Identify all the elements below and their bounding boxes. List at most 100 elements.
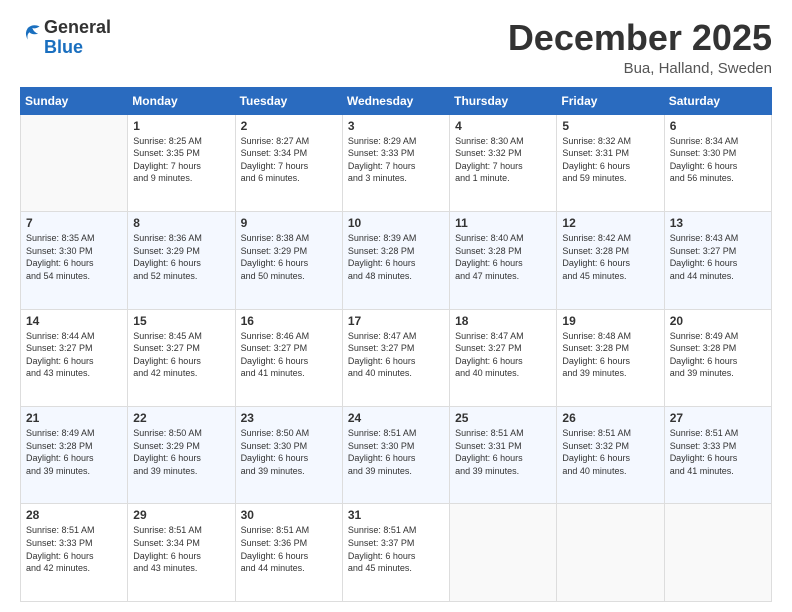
day-number: 3 <box>348 119 444 133</box>
day-info: Sunrise: 8:43 AM Sunset: 3:27 PM Dayligh… <box>670 232 766 282</box>
calendar-week-row: 7Sunrise: 8:35 AM Sunset: 3:30 PM Daylig… <box>21 212 772 309</box>
calendar-day-cell: 3 Sunrise: 8:29 AM Sunset: 3:33 PM Daylig… <box>342 114 449 211</box>
day-info: Sunrise: 8:51 AM Sunset: 3:32 PM Dayligh… <box>562 427 658 477</box>
day-number: 21 <box>26 411 122 425</box>
calendar-day-cell <box>450 504 557 602</box>
calendar-day-cell: 26 Sunrise: 8:51 AM Sunset: 3:32 PM Dayli… <box>557 407 664 504</box>
calendar-day-cell: 20 Sunrise: 8:49 AM Sunset: 3:28 PM Dayli… <box>664 309 771 406</box>
day-number: 12 <box>562 216 658 230</box>
day-number: 9 <box>241 216 337 230</box>
day-info: Sunrise: 8:46 AM Sunset: 3:27 PM Dayligh… <box>241 330 337 380</box>
calendar-day-cell <box>21 114 128 211</box>
day-info: Sunrise: 8:49 AM Sunset: 3:28 PM Dayligh… <box>670 330 766 380</box>
calendar-day-cell: 10Sunrise: 8:39 AM Sunset: 3:28 PM Dayli… <box>342 212 449 309</box>
day-info: Sunrise: 8:47 AM Sunset: 3:27 PM Dayligh… <box>348 330 444 380</box>
day-info: Sunrise: 8:45 AM Sunset: 3:27 PM Dayligh… <box>133 330 229 380</box>
day-number: 31 <box>348 508 444 522</box>
day-info: Sunrise: 8:29 AM Sunset: 3:33 PM Dayligh… <box>348 135 444 185</box>
day-number: 20 <box>670 314 766 328</box>
calendar-day-cell: 9 Sunrise: 8:38 AM Sunset: 3:29 PM Daylig… <box>235 212 342 309</box>
day-number: 25 <box>455 411 551 425</box>
day-info: Sunrise: 8:38 AM Sunset: 3:29 PM Dayligh… <box>241 232 337 282</box>
day-info: Sunrise: 8:51 AM Sunset: 3:33 PM Dayligh… <box>26 524 122 574</box>
calendar-day-header: Thursday <box>450 87 557 114</box>
calendar-day-cell: 27 Sunrise: 8:51 AM Sunset: 3:33 PM Dayli… <box>664 407 771 504</box>
day-number: 16 <box>241 314 337 328</box>
calendar-day-cell: 16 Sunrise: 8:46 AM Sunset: 3:27 PM Dayli… <box>235 309 342 406</box>
location-title: Bua, Halland, Sweden <box>508 60 772 77</box>
calendar-day-cell <box>557 504 664 602</box>
day-info: Sunrise: 8:25 AM Sunset: 3:35 PM Dayligh… <box>133 135 229 185</box>
day-info: Sunrise: 8:42 AM Sunset: 3:28 PM Dayligh… <box>562 232 658 282</box>
logo-bird-icon <box>22 22 44 44</box>
logo-general-text: General <box>44 17 111 37</box>
title-block: December 2025 Bua, Halland, Sweden <box>508 18 772 77</box>
calendar-day-header: Friday <box>557 87 664 114</box>
day-info: Sunrise: 8:34 AM Sunset: 3:30 PM Dayligh… <box>670 135 766 185</box>
day-number: 4 <box>455 119 551 133</box>
calendar-week-row: 1 Sunrise: 8:25 AM Sunset: 3:35 PM Daylig… <box>21 114 772 211</box>
day-info: Sunrise: 8:32 AM Sunset: 3:31 PM Dayligh… <box>562 135 658 185</box>
day-info: Sunrise: 8:51 AM Sunset: 3:37 PM Dayligh… <box>348 524 444 574</box>
day-info: Sunrise: 8:40 AM Sunset: 3:28 PM Dayligh… <box>455 232 551 282</box>
calendar-day-cell: 4 Sunrise: 8:30 AM Sunset: 3:32 PM Daylig… <box>450 114 557 211</box>
day-info: Sunrise: 8:48 AM Sunset: 3:28 PM Dayligh… <box>562 330 658 380</box>
day-info: Sunrise: 8:51 AM Sunset: 3:36 PM Dayligh… <box>241 524 337 574</box>
calendar-day-cell: 1 Sunrise: 8:25 AM Sunset: 3:35 PM Daylig… <box>128 114 235 211</box>
calendar-day-cell: 12 Sunrise: 8:42 AM Sunset: 3:28 PM Dayli… <box>557 212 664 309</box>
day-number: 17 <box>348 314 444 328</box>
day-info: Sunrise: 8:51 AM Sunset: 3:31 PM Dayligh… <box>455 427 551 477</box>
day-info: Sunrise: 8:27 AM Sunset: 3:34 PM Dayligh… <box>241 135 337 185</box>
day-info: Sunrise: 8:50 AM Sunset: 3:30 PM Dayligh… <box>241 427 337 477</box>
day-info: Sunrise: 8:39 AM Sunset: 3:28 PM Dayligh… <box>348 232 444 282</box>
calendar-day-cell: 28 Sunrise: 8:51 AM Sunset: 3:33 PM Dayli… <box>21 504 128 602</box>
day-number: 29 <box>133 508 229 522</box>
logo-text: General Blue <box>44 18 111 58</box>
day-number: 24 <box>348 411 444 425</box>
calendar-day-cell: 31 Sunrise: 8:51 AM Sunset: 3:37 PM Dayli… <box>342 504 449 602</box>
day-number: 22 <box>133 411 229 425</box>
calendar-day-cell: 8Sunrise: 8:36 AM Sunset: 3:29 PM Daylig… <box>128 212 235 309</box>
day-number: 5 <box>562 119 658 133</box>
calendar-week-row: 28 Sunrise: 8:51 AM Sunset: 3:33 PM Dayli… <box>21 504 772 602</box>
day-info: Sunrise: 8:30 AM Sunset: 3:32 PM Dayligh… <box>455 135 551 185</box>
day-number: 13 <box>670 216 766 230</box>
calendar-day-cell: 7Sunrise: 8:35 AM Sunset: 3:30 PM Daylig… <box>21 212 128 309</box>
day-number: 2 <box>241 119 337 133</box>
calendar-day-cell: 11Sunrise: 8:40 AM Sunset: 3:28 PM Dayli… <box>450 212 557 309</box>
calendar-day-cell: 30Sunrise: 8:51 AM Sunset: 3:36 PM Dayli… <box>235 504 342 602</box>
calendar-day-cell: 5 Sunrise: 8:32 AM Sunset: 3:31 PM Daylig… <box>557 114 664 211</box>
calendar-day-cell: 17 Sunrise: 8:47 AM Sunset: 3:27 PM Dayli… <box>342 309 449 406</box>
day-number: 6 <box>670 119 766 133</box>
calendar-day-header: Tuesday <box>235 87 342 114</box>
calendar-day-cell: 2 Sunrise: 8:27 AM Sunset: 3:34 PM Daylig… <box>235 114 342 211</box>
day-number: 28 <box>26 508 122 522</box>
day-info: Sunrise: 8:47 AM Sunset: 3:27 PM Dayligh… <box>455 330 551 380</box>
calendar-day-header: Saturday <box>664 87 771 114</box>
day-number: 27 <box>670 411 766 425</box>
logo-blue-text: Blue <box>44 37 83 57</box>
calendar-day-cell: 6 Sunrise: 8:34 AM Sunset: 3:30 PM Daylig… <box>664 114 771 211</box>
month-title: December 2025 <box>508 18 772 58</box>
day-info: Sunrise: 8:51 AM Sunset: 3:33 PM Dayligh… <box>670 427 766 477</box>
calendar-day-cell: 19 Sunrise: 8:48 AM Sunset: 3:28 PM Dayli… <box>557 309 664 406</box>
calendar-day-cell: 15Sunrise: 8:45 AM Sunset: 3:27 PM Dayli… <box>128 309 235 406</box>
day-number: 8 <box>133 216 229 230</box>
calendar-day-cell: 14Sunrise: 8:44 AM Sunset: 3:27 PM Dayli… <box>21 309 128 406</box>
day-info: Sunrise: 8:49 AM Sunset: 3:28 PM Dayligh… <box>26 427 122 477</box>
calendar-day-cell: 13 Sunrise: 8:43 AM Sunset: 3:27 PM Dayli… <box>664 212 771 309</box>
calendar-day-header: Wednesday <box>342 87 449 114</box>
calendar-day-header: Monday <box>128 87 235 114</box>
day-number: 18 <box>455 314 551 328</box>
calendar-day-cell: 23 Sunrise: 8:50 AM Sunset: 3:30 PM Dayli… <box>235 407 342 504</box>
day-number: 14 <box>26 314 122 328</box>
calendar-table: SundayMondayTuesdayWednesdayThursdayFrid… <box>20 87 772 602</box>
day-number: 26 <box>562 411 658 425</box>
day-number: 23 <box>241 411 337 425</box>
day-number: 19 <box>562 314 658 328</box>
calendar-day-cell <box>664 504 771 602</box>
calendar-day-cell: 25 Sunrise: 8:51 AM Sunset: 3:31 PM Dayli… <box>450 407 557 504</box>
day-number: 1 <box>133 119 229 133</box>
calendar-header-row: SundayMondayTuesdayWednesdayThursdayFrid… <box>21 87 772 114</box>
calendar-day-header: Sunday <box>21 87 128 114</box>
